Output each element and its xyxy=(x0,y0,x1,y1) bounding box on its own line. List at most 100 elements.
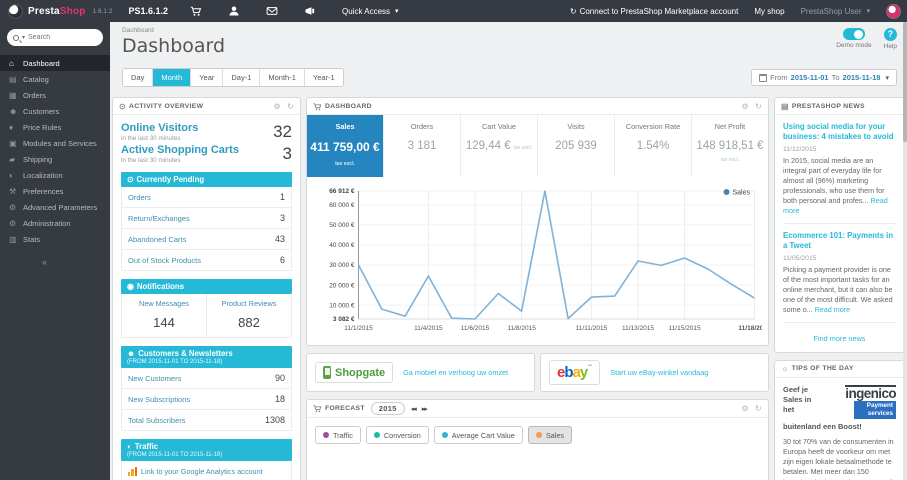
shopgate-banner[interactable]: Shopgate Ga mobiel en verhoog uw omzet xyxy=(306,353,535,392)
product-reviews-cell[interactable]: Product Reviews 882 xyxy=(206,294,291,337)
legend-average-cart-value-button[interactable]: Average Cart Value xyxy=(433,426,523,444)
new-subscriptions-row[interactable]: New Subscriptions 18 xyxy=(122,389,291,410)
online-visitors-metric[interactable]: Online Visitors in the last 30 minutes 3… xyxy=(121,122,292,142)
sidebar-item-price-rules[interactable]: ♦ Price Rules xyxy=(0,119,110,135)
read-more-link[interactable]: Read more xyxy=(815,305,851,314)
sidebar-item-catalog[interactable]: ▤ Catalog xyxy=(0,71,110,87)
kpi-sales[interactable]: Sales 411 759,00 € tax excl. xyxy=(307,115,384,177)
active-carts-metric[interactable]: Active Shopping Carts in the last 30 min… xyxy=(121,144,292,164)
range-month-1-button[interactable]: Month-1 xyxy=(260,69,305,86)
google-analytics-link[interactable]: Link to your Google Analytics account xyxy=(121,461,292,480)
stats-icon: ▥ xyxy=(9,234,17,244)
pending-returns-row[interactable]: Return/Exchanges 3 xyxy=(122,208,291,229)
customers-icon[interactable] xyxy=(228,5,240,17)
next-year-button[interactable]: ▸▸ xyxy=(422,405,428,413)
sales-dot-icon xyxy=(535,432,542,438)
svg-text:11/8/2015: 11/8/2015 xyxy=(507,325,536,332)
sidebar-item-localization[interactable]: ◐ Localization xyxy=(0,167,110,183)
demo-mode-toggle[interactable]: Demo mode xyxy=(836,28,872,50)
currently-pending-header: ⊙ Currently Pending xyxy=(121,172,292,187)
out-of-stock-row[interactable]: Out of Stock Products 6 xyxy=(122,250,291,270)
help-button[interactable]: ? Help xyxy=(884,28,897,50)
forecast-panel: FORECAST 2015 ◂◂ ▸▸ ⚙ ↻ Traffic Conversi… xyxy=(306,399,769,480)
cart-icon[interactable] xyxy=(190,5,202,17)
sidebar-item-administration[interactable]: ⚙ Administration xyxy=(0,215,110,231)
ebay-logo: ebay™ xyxy=(549,360,601,385)
scrollbar[interactable] xyxy=(903,22,907,480)
gear-icon[interactable]: ⚙ xyxy=(742,404,749,413)
refresh-icon[interactable]: ↻ xyxy=(755,404,762,413)
megaphone-icon[interactable] xyxy=(304,5,316,17)
phone-icon xyxy=(323,366,331,379)
ebay-banner[interactable]: ebay™ Start uw eBay-winkel vandaag xyxy=(540,353,769,392)
ingenico-logo[interactable]: ingenico Payment services xyxy=(824,384,897,419)
average-cart-value-dot-icon xyxy=(441,432,448,438)
range-month-button[interactable]: Month xyxy=(153,69,192,86)
range-day-1-button[interactable]: Day-1 xyxy=(223,69,261,86)
range-year-1-button[interactable]: Year-1 xyxy=(304,69,343,86)
sidebar-item-advanced-parameters[interactable]: ⚙ Advanced Parameters xyxy=(0,199,110,215)
sidebar-item-shipping[interactable]: ▰ Shipping xyxy=(0,151,110,167)
sidebar-item-modules-and-services[interactable]: ▣ Modules and Services xyxy=(0,135,110,151)
date-range-picker[interactable]: From 2015-11-01 To 2015-11-18 ▾ xyxy=(751,69,897,86)
new-messages-cell[interactable]: New Messages 144 xyxy=(122,294,206,337)
sales-line-chart[interactable]: 11/1/2015 11/4/2015 11/6/2015 11/8/2015 11/1… xyxy=(313,181,762,343)
user-avatar[interactable] xyxy=(886,3,901,19)
abandoned-carts-row[interactable]: Abandoned Carts 43 xyxy=(122,229,291,250)
svg-text:11/6/2015: 11/6/2015 xyxy=(461,325,490,332)
sidebar-item-preferences[interactable]: ⚒ Preferences xyxy=(0,183,110,199)
kpi-net-profit[interactable]: Net Profit 148 918,51 € tax excl. xyxy=(692,115,768,177)
sidebar-item-orders[interactable]: ▦ Orders xyxy=(0,87,110,103)
modules-icon: ▣ xyxy=(9,138,17,148)
svg-text:10 000 €: 10 000 € xyxy=(329,302,355,309)
svg-text:60 000 €: 60 000 € xyxy=(329,202,355,209)
legend-conversion-button[interactable]: Conversion xyxy=(365,426,429,444)
article-title-link[interactable]: Ecommerce 101: Payments in a Tweet xyxy=(783,231,896,251)
refresh-icon[interactable]: ↻ xyxy=(755,102,762,111)
mail-icon[interactable] xyxy=(266,5,278,17)
kpi-orders[interactable]: Orders 3 181 xyxy=(384,115,461,177)
pending-orders-row[interactable]: Orders 1 xyxy=(122,187,291,208)
find-more-news-link[interactable]: Find more news xyxy=(783,330,896,345)
previous-year-button[interactable]: ◂◂ xyxy=(411,405,417,413)
sidebar-item-customers[interactable]: ☻ Customers xyxy=(0,103,110,119)
toggle-on-icon[interactable] xyxy=(842,28,865,40)
chevron-down-icon[interactable]: ▾ xyxy=(22,34,25,41)
legend-traffic-button[interactable]: Traffic xyxy=(315,426,361,444)
legend-sales-button[interactable]: Sales xyxy=(527,426,573,444)
marketplace-link[interactable]: ↻ Connect to PrestaShop Marketplace acco… xyxy=(570,7,738,16)
refresh-icon[interactable]: ↻ xyxy=(287,102,294,111)
new-customers-row[interactable]: New Customers 90 xyxy=(122,368,291,389)
gear-icon[interactable]: ⚙ xyxy=(274,102,281,111)
kpi-cart-value[interactable]: Cart Value 129,44 € tax excl. xyxy=(461,115,538,177)
kpi-visits[interactable]: Visits 205 939 xyxy=(538,115,615,177)
breadcrumb[interactable]: Dashboard xyxy=(122,27,897,34)
total-subscribers-row[interactable]: Total Subscribers 1308 xyxy=(122,410,291,430)
my-shop-link[interactable]: My shop xyxy=(754,7,784,16)
article-title-link[interactable]: Using social media for your business: 4 … xyxy=(783,122,896,142)
traffic-header: ◐ Traffic (FROM 2015-11-01 TO 2015-11-18) xyxy=(121,439,292,461)
quick-access-menu[interactable]: Quick Access ▾ xyxy=(342,7,399,16)
prestashop-logo[interactable]: PrestaShop 1.6.1.2 xyxy=(0,3,120,19)
prestashop-news-panel: ▤ PRESTASHOP NEWS Using social media for… xyxy=(774,97,905,353)
range-year-button[interactable]: Year xyxy=(191,69,224,86)
traffic-dot-icon xyxy=(323,432,329,438)
version-label: 1.6.1.2 xyxy=(92,7,113,15)
news-article: Using social media for your business: 4 … xyxy=(783,122,896,216)
range-day-button[interactable]: Day xyxy=(123,69,154,86)
sidebar-item-dashboard[interactable]: ⌂ Dashboard xyxy=(0,55,110,71)
bell-icon: ◉ xyxy=(127,282,134,291)
cart-icon xyxy=(313,404,322,413)
kpi-conversion-rate[interactable]: Conversion Rate 1.54% xyxy=(615,115,692,177)
user-menu[interactable]: PrestaShop User ▾ xyxy=(801,7,870,16)
sidebar-item-stats[interactable]: ▥ Stats xyxy=(0,231,110,247)
sidebar-collapse-button[interactable]: « xyxy=(0,257,110,267)
activity-overview-panel: ⊙ ACTIVITY OVERVIEW ⚙ ↻ Online Visitors … xyxy=(112,97,301,480)
price-tag-icon: ♦ xyxy=(9,122,14,132)
svg-text:50 000 €: 50 000 € xyxy=(329,222,355,229)
gear-icon[interactable]: ⚙ xyxy=(742,102,749,111)
shop-code[interactable]: PS1.6.1.2 xyxy=(128,6,168,16)
globe-icon: ◐ xyxy=(9,170,14,180)
search-input[interactable] xyxy=(28,34,97,41)
cart-icon xyxy=(313,102,322,111)
